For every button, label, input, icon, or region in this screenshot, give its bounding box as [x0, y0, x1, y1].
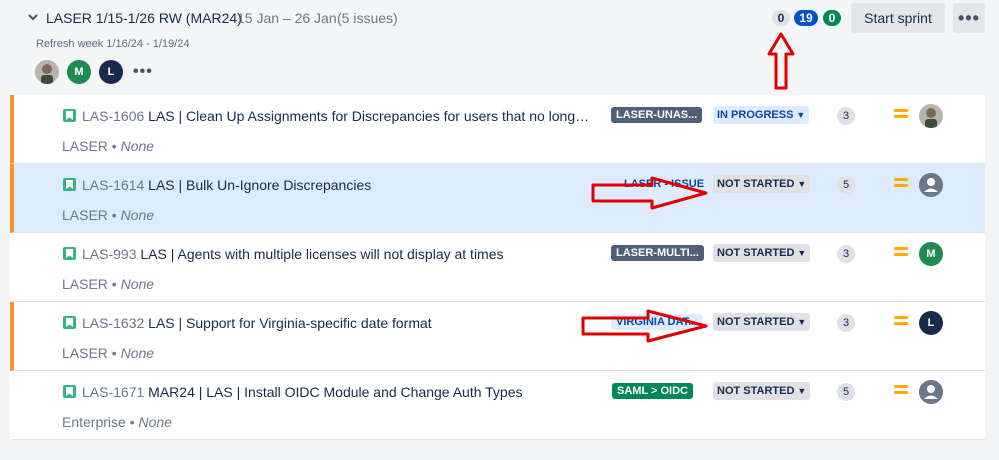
issue-project: LASER: [62, 345, 108, 361]
status-dropdown[interactable]: IN PROGRESS ▼: [713, 106, 810, 124]
epic-badge[interactable]: LASER-MULTI...: [611, 245, 704, 261]
issue-key[interactable]: LAS-993: [82, 246, 136, 262]
chevron-down-icon[interactable]: [27, 11, 39, 23]
assignee-avatar[interactable]: [919, 173, 943, 197]
issue-key[interactable]: LAS-1671: [82, 384, 144, 400]
chevron-down-icon: ▼: [796, 110, 806, 120]
issue-component: None: [138, 414, 172, 430]
story-points: 3: [837, 107, 855, 125]
status-dropdown[interactable]: NOT STARTED ▼: [713, 244, 811, 262]
issue-row[interactable]: LAS-1671 MAR24 | LAS | Install OIDC Modu…: [10, 371, 985, 440]
story-icon: [63, 316, 76, 329]
avatar[interactable]: M: [67, 60, 91, 84]
story-icon: [63, 385, 76, 398]
issue-meta: LASER • None: [62, 138, 155, 154]
more-actions-button[interactable]: •••: [953, 3, 985, 33]
story-icon: [63, 247, 76, 260]
sprint-goal: Refresh week 1/16/24 - 1/19/24: [36, 38, 190, 50]
issue-title: LAS | Clean Up Assignments for Discrepan…: [148, 108, 592, 124]
chevron-down-icon: ▼: [797, 386, 807, 396]
start-sprint-button[interactable]: Start sprint: [851, 3, 945, 33]
issue-component: None: [120, 345, 155, 361]
in-progress-count-badge: 19: [794, 10, 818, 26]
issue-title: LAS | Bulk Un-Ignore Discrepancies: [148, 177, 372, 193]
status-label: NOT STARTED: [717, 316, 795, 328]
person-photo-icon: [35, 60, 59, 84]
status-dropdown[interactable]: NOT STARTED ▼: [713, 313, 811, 331]
issue-component: None: [120, 276, 155, 292]
issue-meta: Enterprise • None: [62, 414, 172, 430]
story-icon: [63, 178, 76, 191]
issue-project: Enterprise: [62, 414, 126, 430]
epic-badge[interactable]: SAML > OIDC: [612, 383, 694, 399]
story-points: 5: [837, 176, 855, 194]
issue-component: None: [120, 207, 155, 223]
issue-summary[interactable]: LAS-1632 LAS | Support for Virginia-spec…: [82, 315, 592, 331]
story-points: 3: [837, 314, 855, 332]
sprint-header: LASER 1/15-1/26 RW (MAR24) 15 Jan – 26 J…: [0, 0, 999, 92]
status-label: NOT STARTED: [717, 385, 795, 397]
epic-badge[interactable]: LASER-UNAS...: [611, 107, 703, 123]
assignee-avatar[interactable]: [919, 380, 943, 404]
done-count-badge: 0: [823, 10, 841, 26]
story-points: 5: [837, 383, 855, 401]
epic-badge[interactable]: LASER - ISSUE: [619, 176, 710, 192]
more-avatars-icon[interactable]: •••: [133, 60, 153, 84]
chevron-down-icon: ▼: [797, 248, 807, 258]
issue-project: LASER: [62, 138, 108, 154]
issue-project: LASER: [62, 207, 108, 223]
issue-key[interactable]: LAS-1614: [82, 177, 144, 193]
status-dropdown[interactable]: NOT STARTED ▼: [713, 382, 811, 400]
issue-title: MAR24 | LAS | Install OIDC Module and Ch…: [148, 384, 523, 400]
issue-summary[interactable]: LAS-1606 LAS | Clean Up Assignments for …: [82, 108, 592, 124]
issue-list: LAS-1606 LAS | Clean Up Assignments for …: [10, 95, 985, 440]
story-points: 3: [837, 245, 855, 263]
issue-component: None: [120, 138, 155, 154]
issue-meta: LASER • None: [62, 207, 155, 223]
issue-key[interactable]: LAS-1632: [82, 315, 144, 331]
unassigned-user-icon: [919, 380, 943, 404]
issue-key[interactable]: LAS-1606: [82, 108, 144, 124]
epic-badge[interactable]: VIRGINIA DAT...: [611, 314, 703, 330]
assignee-avatar[interactable]: M: [919, 242, 943, 266]
todo-count-badge: 0: [772, 10, 790, 26]
priority-medium-icon: [894, 316, 908, 326]
status-label: NOT STARTED: [717, 247, 795, 259]
avatar[interactable]: L: [99, 60, 123, 84]
status-label: IN PROGRESS: [717, 109, 794, 121]
sprint-issue-count: (5 issues): [337, 10, 398, 26]
issue-summary[interactable]: LAS-1671 MAR24 | LAS | Install OIDC Modu…: [82, 384, 592, 400]
sprint-title[interactable]: LASER 1/15-1/26 RW (MAR24): [46, 10, 242, 26]
sprint-avatars: M L •••: [35, 60, 153, 84]
priority-medium-icon: [894, 247, 908, 257]
issue-meta: LASER • None: [62, 276, 155, 292]
assignee-avatar[interactable]: L: [919, 311, 943, 335]
priority-medium-icon: [894, 178, 908, 188]
issue-row[interactable]: LAS-1606 LAS | Clean Up Assignments for …: [10, 95, 985, 164]
assignee-avatar[interactable]: [919, 104, 943, 128]
unassigned-user-icon: [919, 173, 943, 197]
chevron-down-icon: ▼: [797, 179, 807, 189]
issue-title: LAS | Agents with multiple licenses will…: [140, 246, 504, 262]
person-photo-icon: [919, 104, 943, 128]
issue-summary[interactable]: LAS-993 LAS | Agents with multiple licen…: [82, 246, 592, 262]
avatar[interactable]: [35, 60, 59, 84]
issue-row[interactable]: LAS-1632 LAS | Support for Virginia-spec…: [10, 302, 985, 371]
priority-medium-icon: [894, 385, 908, 395]
status-label: NOT STARTED: [717, 178, 795, 190]
story-icon: [63, 109, 76, 122]
issue-title: LAS | Support for Virginia-specific date…: [148, 315, 432, 331]
issue-summary[interactable]: LAS-1614 LAS | Bulk Un-Ignore Discrepanc…: [82, 177, 592, 193]
issue-row[interactable]: LAS-1614 LAS | Bulk Un-Ignore Discrepanc…: [10, 164, 985, 233]
priority-medium-icon: [894, 109, 908, 119]
issue-project: LASER: [62, 276, 108, 292]
status-dropdown[interactable]: NOT STARTED ▼: [713, 175, 811, 193]
sprint-dates: 15 Jan – 26 Jan: [237, 10, 337, 26]
issue-row[interactable]: LAS-993 LAS | Agents with multiple licen…: [10, 233, 985, 302]
issue-meta: LASER • None: [62, 345, 155, 361]
chevron-down-icon: ▼: [797, 317, 807, 327]
